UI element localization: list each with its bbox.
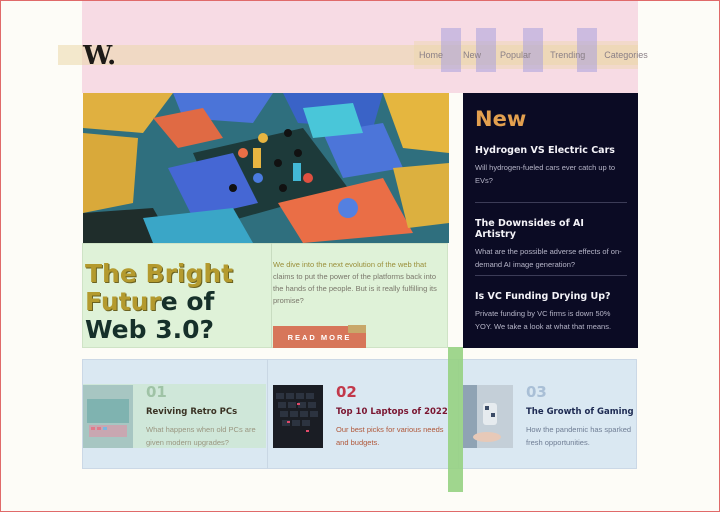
new-item-title[interactable]: Is VC Funding Drying Up? xyxy=(475,291,627,302)
new-item[interactable]: Hydrogen VS Electric Cars Will hydrogen-… xyxy=(475,145,627,187)
hero-title-rest-2: Web 3.0? xyxy=(85,315,215,344)
card-divider xyxy=(267,359,268,469)
hero-divider xyxy=(271,243,272,348)
card-title[interactable]: Top 10 Laptops of 2022 xyxy=(336,407,448,417)
card-thumbnail-laptop[interactable] xyxy=(273,385,323,448)
site-logo[interactable]: W. xyxy=(83,41,116,71)
new-heading: New xyxy=(475,107,527,131)
card-desc: How the pandemic has sparked fresh oppor… xyxy=(526,425,632,447)
hero-description: We dive into the next evolution of the w… xyxy=(273,259,443,307)
card-desc: Our best picks for various needs and bud… xyxy=(336,425,444,447)
divider xyxy=(475,275,627,276)
new-item[interactable]: The Downsides of AI Artistry What are th… xyxy=(475,218,627,271)
hero-title[interactable]: The Bright Future of Web 3.0? xyxy=(85,260,275,344)
card-thumbnail-gaming[interactable] xyxy=(463,385,513,448)
new-item[interactable]: Is VC Funding Drying Up? Private funding… xyxy=(475,291,627,333)
card-number: 01 xyxy=(146,383,167,401)
card-title[interactable]: Reviving Retro PCs xyxy=(146,407,237,417)
hero-title-highlight-1: The Bright xyxy=(85,259,234,288)
hero-title-highlight-2: Futur xyxy=(85,287,161,316)
card-thumbnail-retro-pc[interactable] xyxy=(83,385,133,448)
hero-desc-rest: claims to put the power of the platforms… xyxy=(273,272,437,305)
new-item-desc: What are the possible adverse effects of… xyxy=(475,247,622,269)
header-overlay xyxy=(82,1,638,93)
hero-title-rest-1: e of xyxy=(160,287,215,316)
card-number: 03 xyxy=(526,383,547,401)
new-item-title[interactable]: Hydrogen VS Electric Cars xyxy=(475,145,627,156)
nav-new[interactable]: New xyxy=(463,50,481,60)
green-column-overlay xyxy=(448,347,463,492)
read-more-tag xyxy=(348,325,366,333)
nav-categories[interactable]: Categories xyxy=(604,50,648,60)
hero-desc-accent: We dive into the next evolution of the w… xyxy=(273,260,427,269)
divider xyxy=(475,202,627,203)
card-desc: What happens when old PCs are given mode… xyxy=(146,425,256,447)
nav-trending[interactable]: Trending xyxy=(550,50,585,60)
new-item-desc: Will hydrogen-fueled cars ever catch up … xyxy=(475,163,616,185)
card-number: 02 xyxy=(336,383,357,401)
card-title[interactable]: The Growth of Gaming xyxy=(526,407,634,417)
main-nav: Home New Popular Trending Categories xyxy=(419,50,648,60)
nav-popular[interactable]: Popular xyxy=(500,50,531,60)
new-item-desc: Private funding by VC firms is down 50% … xyxy=(475,309,612,331)
new-item-title[interactable]: The Downsides of AI Artistry xyxy=(475,218,627,240)
nav-home[interactable]: Home xyxy=(419,50,443,60)
hero-image xyxy=(83,93,449,243)
card-divider xyxy=(458,359,459,469)
